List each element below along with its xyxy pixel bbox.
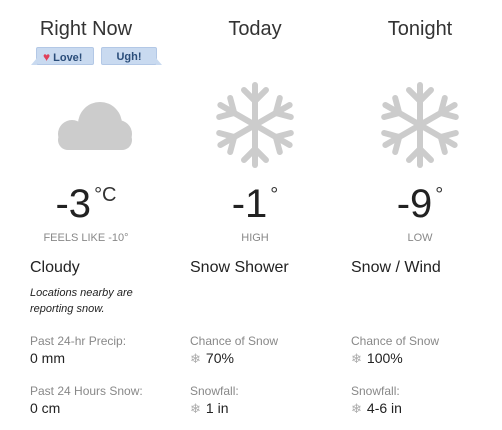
weather-icon-container xyxy=(172,80,338,170)
weather-icon-container xyxy=(0,80,172,170)
snowflake-icon: ❄ xyxy=(190,401,201,416)
condition-text: Cloudy xyxy=(30,259,80,276)
chance-value-row: ❄ 70% xyxy=(190,350,234,367)
condition-text: Snow Shower xyxy=(190,259,289,276)
column-right-now: Right Now ♥ Love! Ugh! -3 °C FEELS LIKE -1… xyxy=(0,0,172,430)
temperature-value: -1 xyxy=(231,182,268,226)
column-heading: Tonight xyxy=(387,18,453,40)
snowfall-value: 1 in xyxy=(205,400,229,416)
chance-value: 100% xyxy=(366,350,403,366)
snowfall-value: 4-6 in xyxy=(366,400,402,416)
column-heading: Right Now xyxy=(39,18,133,40)
temperature-value: -3 xyxy=(55,182,92,226)
snowfall-label: Snowfall: xyxy=(190,384,239,398)
condition-text: Snow / Wind xyxy=(351,259,441,276)
precip-label: Past 24-hr Precip: xyxy=(30,334,127,348)
temperature-subtitle: FEELS LIKE -10° xyxy=(43,232,129,244)
snow-label: Past 24 Hours Snow: xyxy=(30,384,143,398)
nearby-note: Locations nearby are reporting snow. xyxy=(30,287,133,315)
chance-value: 70% xyxy=(205,350,234,366)
snowflake-icon: ❄ xyxy=(351,401,362,416)
chance-label: Chance of Snow xyxy=(190,334,279,348)
column-heading: Today xyxy=(228,18,282,40)
snowfall-label: Snowfall: xyxy=(351,384,400,398)
chance-label: Chance of Snow xyxy=(351,334,440,348)
cloud-icon xyxy=(58,102,132,150)
love-button[interactable]: ♥ Love! xyxy=(31,47,94,65)
temperature: -9 ° xyxy=(338,182,502,227)
column-today: Today -1 ° HIGH Snow Shower Chance of Sn… xyxy=(172,0,338,430)
heart-icon: ♥ xyxy=(43,50,51,64)
love-label: Love! xyxy=(53,52,83,64)
precip-value: 0 mm xyxy=(30,350,65,366)
temperature-unit: °C xyxy=(94,184,117,206)
ugh-button[interactable]: Ugh! xyxy=(101,47,162,65)
temperature-unit: ° xyxy=(435,184,444,206)
snowflake-icon xyxy=(216,82,294,168)
temperature-subtitle: LOW xyxy=(407,232,433,244)
temperature-unit: ° xyxy=(270,184,279,206)
weather-icon-container xyxy=(338,80,502,170)
column-tonight: Tonight -9 ° LOW Snow / Wind Chance of Sn… xyxy=(338,0,502,430)
temperature-value: -9 xyxy=(396,182,433,226)
ugh-label: Ugh! xyxy=(116,51,142,63)
snow-value: 0 cm xyxy=(30,400,61,416)
temperature: -1 ° xyxy=(172,182,338,227)
snowflake-icon: ❄ xyxy=(190,351,201,366)
temperature-subtitle: HIGH xyxy=(241,232,269,244)
temperature: -3 °C xyxy=(0,182,172,227)
snowfall-value-row: ❄ 1 in xyxy=(190,400,228,417)
snowflake-icon: ❄ xyxy=(351,351,362,366)
snowfall-value-row: ❄ 4-6 in xyxy=(351,400,402,417)
snowflake-icon xyxy=(381,82,459,168)
chance-value-row: ❄ 100% xyxy=(351,350,403,367)
